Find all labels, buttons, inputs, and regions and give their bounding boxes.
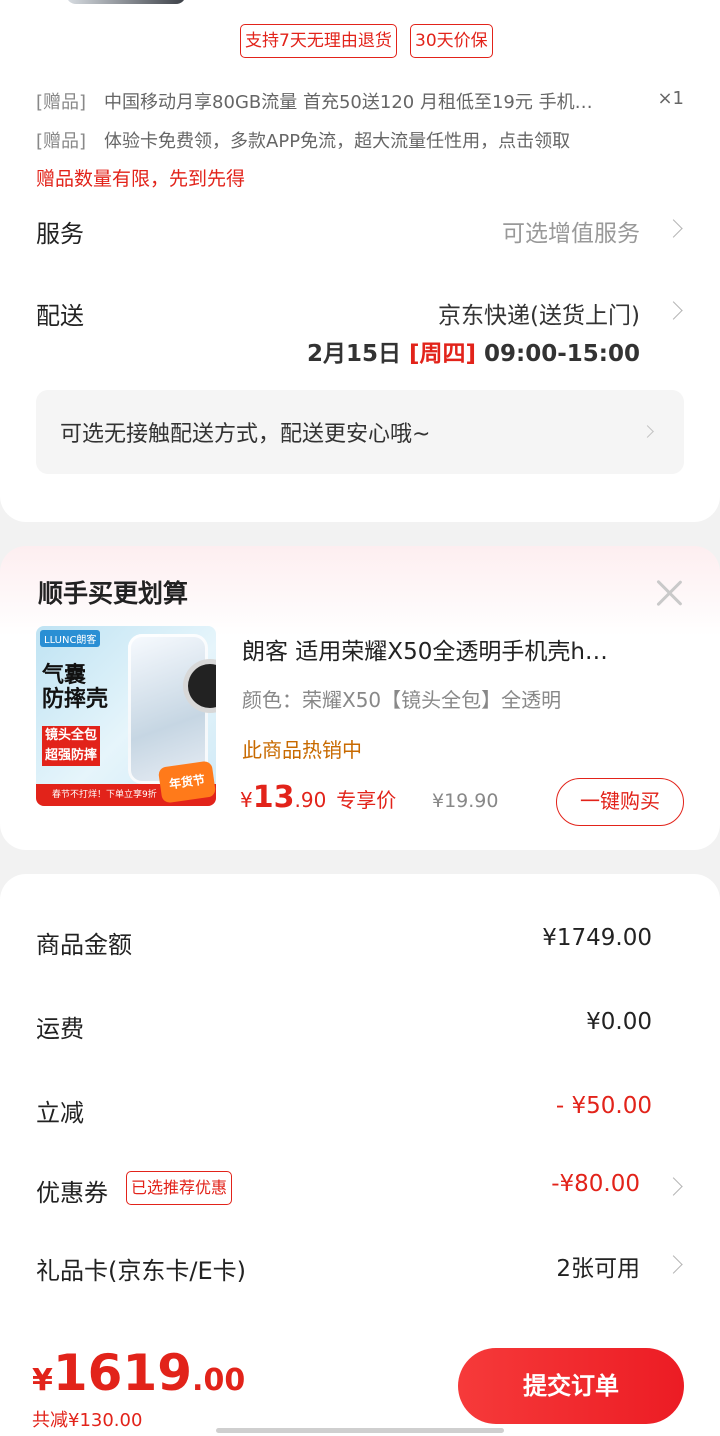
total-savings: 共减¥130.00 bbox=[32, 1410, 143, 1431]
delivery-time[interactable]: 2月15日 [周四] 09:00-15:00 bbox=[307, 334, 640, 368]
brand-logo: LLUNC朗客 bbox=[40, 630, 101, 647]
order-info-card: 支持7天无理由退货 30天价保 [赠品] 中国移动月享80GB流量 首充50送12… bbox=[0, 0, 720, 522]
delivery-label: 配送 bbox=[36, 302, 84, 330]
delivery-weekday: [周四] bbox=[408, 341, 477, 367]
order-total: ¥1619.00 bbox=[32, 1344, 246, 1402]
coupon-status-tag: 已选推荐优惠 bbox=[126, 1171, 233, 1205]
delivery-hours: 09:00-15:00 bbox=[484, 341, 640, 367]
gift-text: 体验卡免费领，多款APP免流，超大流量任性用，点击领取 bbox=[104, 131, 571, 152]
fee-value-goods: ¥1749.00 bbox=[542, 925, 652, 951]
recommend-product-price: ¥13.90 专享价 bbox=[240, 780, 397, 815]
gift-warning: 赠品数量有限，先到先得 bbox=[36, 168, 246, 190]
price-protect-tag: 30天价保 bbox=[410, 24, 493, 58]
fee-value-discount: - ¥50.00 bbox=[555, 1093, 652, 1119]
service-value[interactable]: 可选增值服务 bbox=[502, 214, 640, 248]
chevron-right-icon[interactable] bbox=[664, 219, 683, 238]
recommend-product-title[interactable]: 朗客 适用荣耀X50全透明手机壳h… bbox=[242, 632, 684, 666]
fee-value-giftcard[interactable]: 2张可用 bbox=[556, 1249, 640, 1283]
recommend-title: 顺手买更划算 bbox=[38, 579, 189, 608]
hot-sale-label: 此商品热销中 bbox=[242, 738, 362, 762]
fee-label-discount: 立减 bbox=[36, 1099, 84, 1127]
product-thumbnail[interactable] bbox=[66, 0, 186, 4]
close-icon[interactable] bbox=[654, 578, 684, 608]
fee-value-shipping: ¥0.00 bbox=[586, 1009, 652, 1035]
recommend-product-image[interactable]: LLUNC朗客 气囊 防摔壳 镜头全包 超强防摔 春节不打烊！下单立享9折 年货… bbox=[36, 626, 216, 806]
festival-badge: 年货节 bbox=[157, 760, 216, 804]
fee-label-shipping: 运费 bbox=[36, 1015, 84, 1043]
submit-order-button[interactable]: 提交订单 bbox=[458, 1348, 684, 1424]
gift-row-1[interactable]: [赠品] 中国移动月享80GB流量 首充50送120 月租低至19元 手机… bbox=[36, 88, 593, 114]
gift-text: 中国移动月享80GB流量 首充50送120 月租低至19元 手机… bbox=[104, 92, 593, 113]
gift-row-2[interactable]: [赠品] 体验卡免费领，多款APP免流，超大流量任性用，点击领取 bbox=[36, 127, 570, 153]
original-price: ¥19.90 bbox=[432, 790, 499, 812]
chevron-right-icon bbox=[641, 425, 654, 438]
gift-tag: [赠品] bbox=[36, 131, 87, 152]
service-label: 服务 bbox=[36, 220, 84, 248]
tip-text: 可选无接触配送方式，配送更安心哦~ bbox=[60, 422, 431, 447]
fee-value-coupon[interactable]: -¥80.00 bbox=[551, 1171, 640, 1197]
fee-label-coupon: 优惠券 bbox=[36, 1179, 108, 1207]
image-tag: 镜头全包 bbox=[42, 726, 101, 746]
chevron-right-icon[interactable] bbox=[664, 301, 683, 320]
image-tag: 超强防摔 bbox=[42, 746, 101, 766]
one-click-buy-button[interactable]: 一键购买 bbox=[556, 778, 684, 826]
recommend-product-color: 颜色：荣耀X50【镜头全包】全透明 bbox=[242, 688, 562, 712]
delivery-method[interactable]: 京东快递(送货上门) bbox=[438, 296, 640, 330]
home-indicator[interactable] bbox=[216, 1428, 504, 1433]
image-headline: 气囊 防摔壳 bbox=[42, 663, 109, 712]
fee-label-goods: 商品金额 bbox=[36, 931, 132, 959]
return-policy-tag: 支持7天无理由退货 bbox=[240, 24, 397, 58]
bottom-bar: ¥1619.00 共减¥130.00 提交订单 bbox=[0, 1336, 720, 1436]
contactless-delivery-tip[interactable]: 可选无接触配送方式，配送更安心哦~ bbox=[36, 390, 684, 474]
gift-tag: [赠品] bbox=[36, 92, 87, 113]
delivery-date: 2月15日 bbox=[306, 341, 401, 367]
gift-quantity: ×1 bbox=[657, 88, 684, 109]
fee-label-giftcard: 礼品卡(京东卡/E卡) bbox=[36, 1257, 246, 1285]
